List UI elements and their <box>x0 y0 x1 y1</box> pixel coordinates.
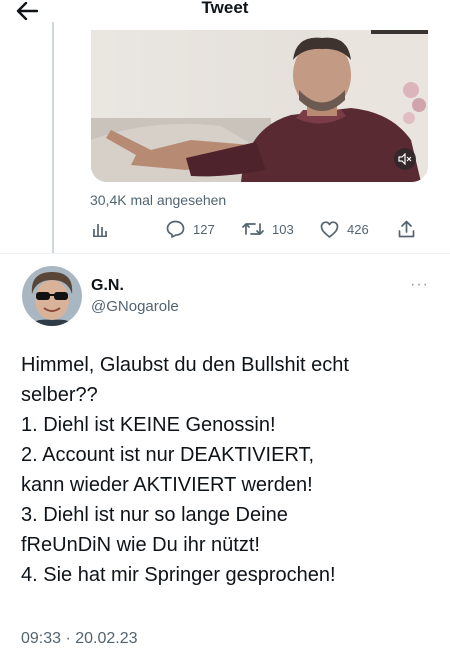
like-button[interactable]: 426 <box>320 218 369 240</box>
tweet-line: 1. Diehl ist KEINE Genossin! <box>21 414 276 436</box>
profile-photo <box>22 266 82 326</box>
video-player[interactable] <box>91 30 428 182</box>
reply-icon <box>166 220 185 238</box>
tweet-line: fReUnDiN wie Du ihr nützt! <box>21 534 260 556</box>
share-button[interactable] <box>398 218 415 240</box>
user-handle[interactable]: @GNogarole <box>91 298 179 315</box>
retweet-count: 103 <box>272 221 294 237</box>
share-icon <box>398 220 415 238</box>
avatar[interactable] <box>22 266 82 326</box>
thread-connector <box>52 22 54 254</box>
heart-icon <box>320 220 339 238</box>
retweet-icon <box>242 223 264 235</box>
reply-button[interactable]: 127 <box>166 218 215 240</box>
tweet-line: Himmel, Glaubst du den Bullshit echt <box>21 354 349 376</box>
tweet-line: selber?? <box>21 384 98 406</box>
bar-chart-icon <box>93 224 107 237</box>
reply-count: 127 <box>193 221 215 237</box>
speaker-muted-icon <box>398 153 412 165</box>
view-count: 30,4K mal angesehen <box>90 192 227 208</box>
retweet-button[interactable]: 103 <box>242 218 294 240</box>
more-options-icon[interactable]: ··· <box>410 276 429 294</box>
page-title: Tweet <box>201 0 249 17</box>
display-name[interactable]: G.N. <box>91 277 124 295</box>
tweet-text: Himmel, Glaubst du den Bullshit echt sel… <box>21 350 441 590</box>
action-bar: 127 103 426 <box>90 218 420 240</box>
tweet-line: 2. Account ist nur DEAKTIVIERT, <box>21 444 315 466</box>
analytics-button[interactable] <box>92 218 108 240</box>
tweet-line: kann wieder AKTIVIERT werden! <box>21 474 313 496</box>
video-frame <box>91 30 428 182</box>
divider <box>0 253 450 254</box>
tweet-line: 3. Diehl ist nur so lange Deine <box>21 504 288 526</box>
tweet-line: 4. Sie hat mir Springer gesprochen! <box>21 564 336 586</box>
top-bar: Tweet <box>0 0 450 26</box>
like-count: 426 <box>347 221 369 237</box>
tweet-timestamp[interactable]: 09:33 · 20.02.23 <box>21 630 138 648</box>
mute-button[interactable] <box>394 148 416 170</box>
